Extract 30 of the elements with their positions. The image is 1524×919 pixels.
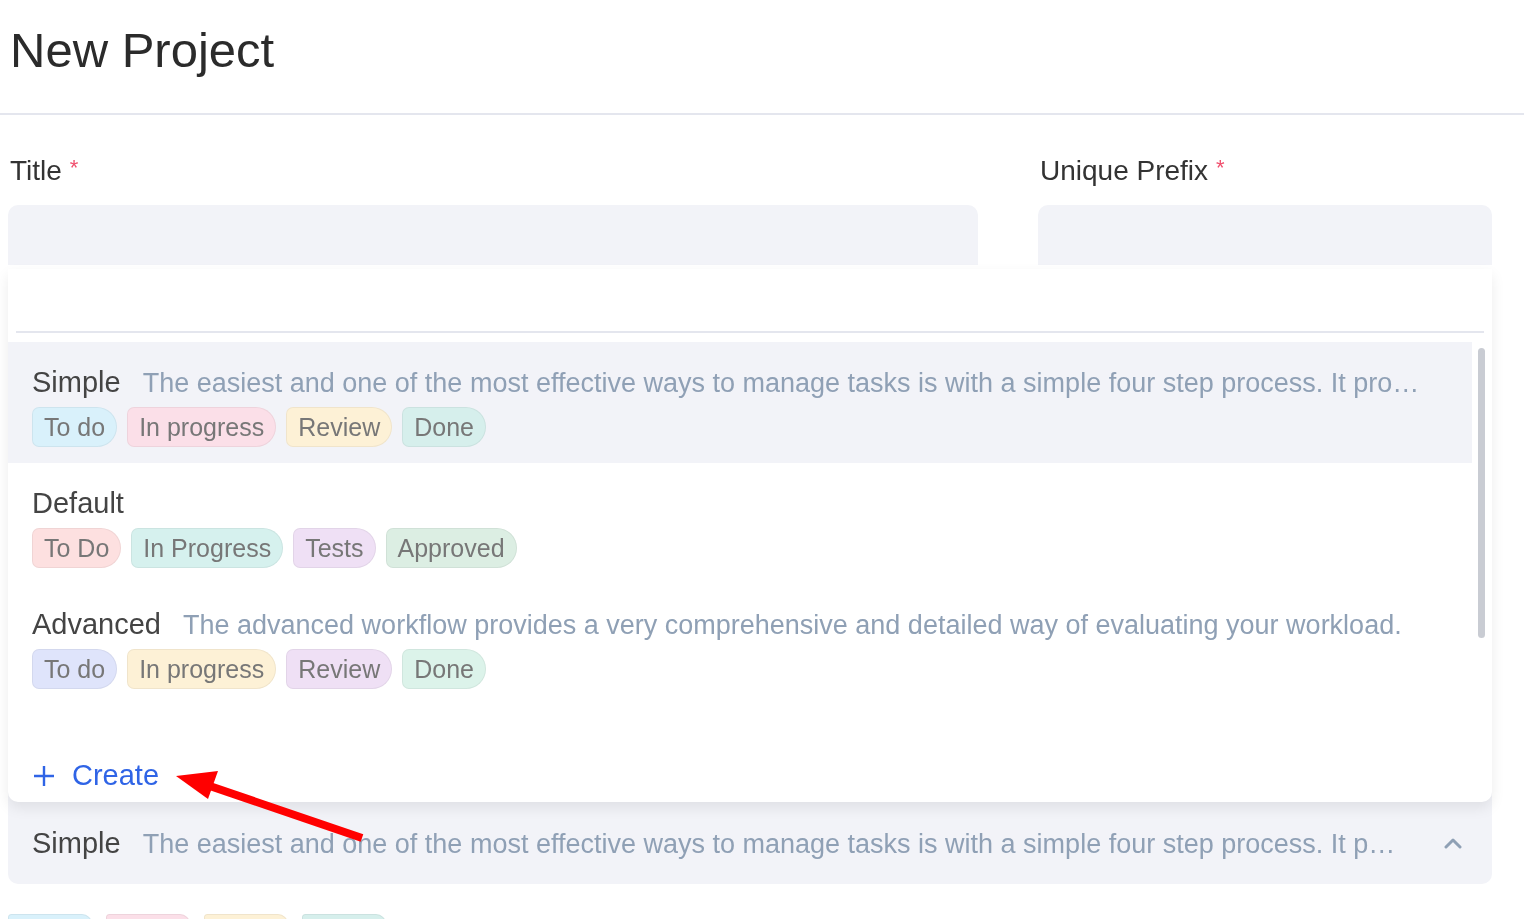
plus-icon: [32, 763, 56, 788]
workflow-name: Default: [32, 487, 124, 520]
page-title: New Project: [0, 0, 1524, 115]
workflow-description: The easiest and one of the most effective ways to manage tasks is with a simple four step process. It p…: [142, 828, 1396, 860]
required-mark: *: [1216, 155, 1225, 180]
status-tag: Review: [286, 649, 393, 689]
required-mark: *: [69, 155, 79, 180]
workflow-name: Simple: [32, 826, 121, 860]
workflow-description: The advanced workflow provides a very comprehensive and detailed way of evaluating your workload.: [183, 610, 1402, 641]
field-label: Unique Prefix: [1040, 155, 1209, 186]
field-label: Title: [10, 155, 62, 186]
workflow-option[interactable]: Simple The easiest and one of the most effective ways to manage tasks is with a simple four step process. It pro… To do In progress Review Done: [8, 342, 1472, 463]
workflow-name: Simple: [32, 366, 121, 399]
status-tag: To Do: [32, 528, 122, 568]
status-tag: Done: [402, 407, 486, 447]
status-tag: To do: [32, 407, 118, 447]
status-tag: Done: [402, 649, 486, 689]
workflow-description: The easiest and one of the most effective ways to manage tasks is with a simple four step process. It pro…: [142, 368, 1420, 399]
status-tag: Tests: [293, 528, 376, 568]
status-tag: In progress: [127, 649, 277, 689]
status-tag: In progress: [127, 407, 277, 447]
status-tag: Approved: [385, 528, 517, 568]
status-tag: In Progress: [131, 528, 284, 568]
scrollbar[interactable]: [1478, 348, 1485, 638]
workflow-option[interactable]: Default To Do In Progress Tests Approved: [8, 463, 1472, 584]
workflow-name: Advanced: [32, 608, 161, 641]
create-button[interactable]: Create: [32, 759, 160, 792]
workflow-option[interactable]: Advanced The advanced workflow provides a very comprehensive and detailed way of evaluating your workload. To do In progress Review Done: [8, 584, 1472, 705]
status-tag: Review: [286, 407, 393, 447]
status-tag: To do: [32, 649, 118, 689]
